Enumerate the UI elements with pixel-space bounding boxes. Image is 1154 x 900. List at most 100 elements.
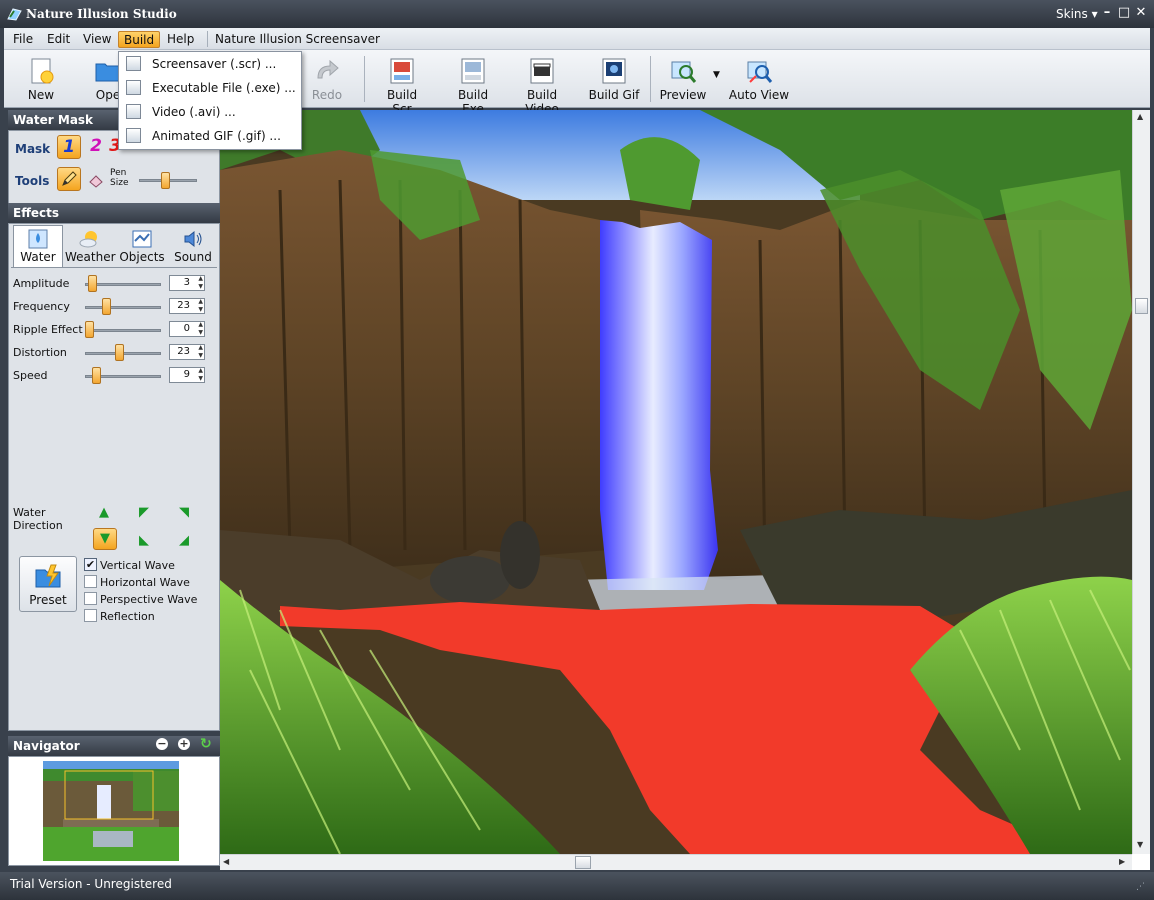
menu-edit[interactable]: Edit: [42, 31, 75, 48]
direction-down-left-icon[interactable]: ◣: [137, 534, 151, 548]
scroll-left-icon[interactable]: ◀: [223, 857, 229, 866]
pen-size-slider[interactable]: [161, 172, 171, 189]
checkbox-checked[interactable]: ✔: [84, 558, 97, 571]
build-menu-video-label: Video (.avi) ...: [152, 105, 236, 119]
effect-slider-thumb[interactable]: [88, 275, 98, 292]
checkbox[interactable]: [84, 609, 97, 622]
preset-folder-icon: [35, 564, 61, 588]
auto-view-label: Auto View: [728, 88, 790, 102]
waterfall-scene: [220, 110, 1132, 854]
eraser-tool-button[interactable]: [87, 171, 105, 189]
vertical-scrollbar[interactable]: ▲ ▼: [1132, 110, 1150, 854]
menu-screensaver-title[interactable]: Nature Illusion Screensaver: [210, 31, 385, 48]
mask-1-button[interactable]: 1: [57, 135, 81, 159]
water-direction-label: Water Direction: [13, 506, 63, 532]
new-document-icon: [31, 58, 54, 84]
direction-up-right-icon[interactable]: ◥: [177, 506, 191, 520]
build-video-button[interactable]: Build Video: [510, 52, 574, 116]
mask-2-button[interactable]: 2: [85, 135, 107, 159]
effect-slider-thumb[interactable]: [85, 321, 94, 338]
pen-size-label: Pen Size: [110, 168, 129, 188]
checkbox[interactable]: [84, 592, 97, 605]
left-panel: Water Mask Mask 1 2 3 Tools Pen Size Eff…: [4, 110, 220, 870]
tab-weather-label: Weather: [65, 250, 116, 264]
build-scr-button[interactable]: Build Scr: [376, 52, 428, 116]
preset-button[interactable]: Preset: [19, 556, 77, 612]
refresh-icon[interactable]: ↻: [200, 736, 212, 752]
build-exe-icon: [461, 58, 485, 84]
menu-separator: [207, 31, 208, 47]
navigator-preview-image: [43, 761, 179, 861]
effect-slider-thumb[interactable]: [115, 344, 125, 361]
tab-objects[interactable]: Objects: [117, 226, 167, 266]
build-gif-button[interactable]: Build Gif: [588, 52, 640, 106]
eraser-icon: [89, 175, 103, 188]
menu-build[interactable]: Build: [118, 31, 161, 48]
horizontal-scrollbar[interactable]: ◀ ▶: [220, 854, 1132, 870]
checkbox-label: Perspective Wave: [100, 593, 198, 606]
value-spinner[interactable]: 0: [169, 321, 205, 337]
scroll-right-icon[interactable]: ▶: [1119, 857, 1125, 866]
value-spinner[interactable]: 23: [169, 344, 205, 360]
checkbox-label: Horizontal Wave: [100, 576, 190, 589]
vertical-scroll-thumb[interactable]: [1135, 298, 1148, 314]
build-menu-video[interactable]: Video (.avi) ...: [120, 100, 300, 124]
slider-label: Ripple Effect: [13, 323, 83, 336]
effect-slider-thumb[interactable]: [91, 367, 101, 384]
preview-button[interactable]: Preview: [658, 52, 708, 106]
direction-up-icon[interactable]: ▲: [97, 506, 111, 520]
executable-file-icon: [126, 80, 141, 95]
auto-view-button[interactable]: Auto View: [728, 52, 790, 106]
objects-icon: [132, 230, 152, 248]
build-exe-button[interactable]: Build Exe: [446, 52, 500, 116]
checkbox-label: Reflection: [100, 610, 155, 623]
new-button[interactable]: New: [18, 52, 64, 106]
effect-slider-thumb[interactable]: [101, 298, 111, 315]
tab-weather[interactable]: Weather: [65, 226, 116, 266]
zoom-out-icon[interactable]: −: [156, 738, 168, 750]
build-video-icon: [530, 58, 554, 84]
minimize-icon[interactable]: –: [1099, 5, 1115, 21]
scroll-down-icon[interactable]: ▼: [1137, 840, 1143, 849]
direction-down-right-icon[interactable]: ◢: [177, 534, 191, 548]
tab-water[interactable]: Water: [13, 225, 63, 267]
direction-down-icon[interactable]: ▼: [93, 528, 117, 550]
slider-label: Amplitude: [13, 277, 70, 290]
build-menu-screensaver[interactable]: Screensaver (.scr) ...: [120, 52, 300, 76]
maximize-icon[interactable]: □: [1116, 5, 1132, 21]
effects-title: Effects: [13, 206, 60, 220]
zoom-in-icon[interactable]: +: [178, 738, 190, 750]
preview-dropdown-arrow-icon[interactable]: ▼: [713, 70, 720, 80]
navigator-thumbnail[interactable]: [43, 761, 179, 861]
slider-label: Speed: [13, 369, 48, 382]
menu-file[interactable]: File: [8, 31, 38, 48]
slider-label: Distortion: [13, 346, 67, 359]
status-bar: Trial Version - Unregistered ⋰: [0, 872, 1154, 900]
tab-sound[interactable]: Sound: [169, 226, 217, 266]
navigator-header: Navigator − + ↻: [8, 736, 220, 756]
menu-view[interactable]: View: [78, 31, 116, 48]
slider-track: [85, 329, 161, 332]
horizontal-scroll-thumb[interactable]: [575, 856, 591, 869]
auto-view-icon: [747, 61, 773, 83]
scroll-up-icon[interactable]: ▲: [1137, 112, 1143, 121]
effects-header: Effects: [8, 203, 220, 223]
redo-button[interactable]: Redo: [304, 52, 350, 106]
close-icon[interactable]: ✕: [1133, 5, 1149, 21]
build-menu-gif[interactable]: Animated GIF (.gif) ...: [120, 124, 300, 148]
direction-up-left-icon[interactable]: ◤: [137, 506, 151, 520]
waterfall-image[interactable]: [220, 110, 1132, 854]
pen-tool-button[interactable]: [57, 167, 81, 191]
value-spinner[interactable]: 23: [169, 298, 205, 314]
skins-menu[interactable]: Skins ▾: [1056, 7, 1098, 21]
checkbox[interactable]: [84, 575, 97, 588]
menu-help[interactable]: Help: [162, 31, 199, 48]
title-bar: Nature Illusion Studio Skins ▾ – □ ✕: [0, 0, 1154, 28]
build-menu-executable[interactable]: Executable File (.exe) ...: [120, 76, 300, 100]
value-spinner[interactable]: 3: [169, 275, 205, 291]
resize-grip-icon[interactable]: ⋰: [1136, 882, 1145, 892]
redo-icon: [317, 59, 339, 79]
screensaver-file-icon: [126, 56, 141, 71]
build-gif-icon: [602, 58, 626, 84]
value-spinner[interactable]: 9: [169, 367, 205, 383]
